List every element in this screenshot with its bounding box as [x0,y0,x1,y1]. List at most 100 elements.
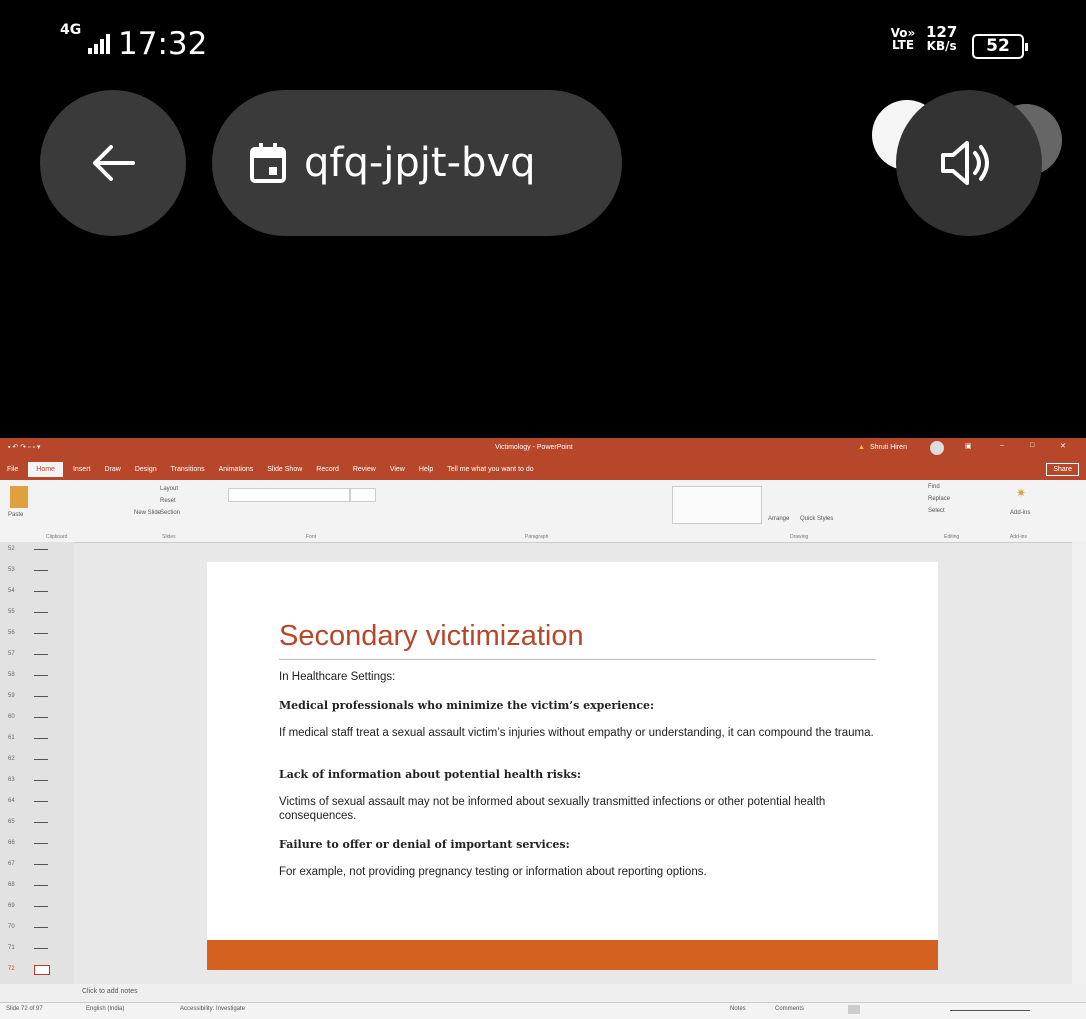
calendar-icon [250,143,286,183]
thumbnail-item[interactable]: 52 [8,546,48,552]
thumbnail-item[interactable]: 56 [8,630,48,636]
accessibility-checker[interactable]: Accessibility: Investigate [180,1006,245,1012]
slide-text-line[interactable]: If medical staff treat a sexual assault … [279,726,879,740]
network-speed: 127 KB/s [926,23,958,54]
meeting-info-button[interactable]: qfq-jpjt-bvq [212,90,622,236]
layout-button[interactable]: Layout [160,486,178,492]
thumbnail-item[interactable]: 65 [8,819,48,825]
find-button[interactable]: Find [928,484,940,490]
quick-access-toolbar[interactable]: ▪ ↶ ↷ ▫ ▫ ▾ [8,443,40,451]
thumbnail-item[interactable]: 68 [8,882,48,888]
slide-heading-line[interactable]: Lack of information about potential heal… [279,768,879,782]
notes-pane[interactable]: Click to add notes [0,984,1086,1002]
paste-button[interactable]: Paste [8,512,23,518]
tab-animations[interactable]: Animations [219,466,254,473]
tab-view[interactable]: View [390,466,405,473]
shapes-gallery[interactable] [672,486,762,524]
user-name: Shruti Hiren [870,444,907,451]
back-button[interactable] [40,90,186,236]
window-title: Victimology - PowerPoint [495,444,573,451]
group-clipboard: Clipboard [46,534,68,540]
thumbnail-item[interactable]: 60 [8,714,48,720]
status-bar-ppt: Slide 72 of 97 English (India) Accessibi… [0,1002,1086,1019]
speaker-icon [941,141,989,185]
language-indicator[interactable]: English (India) [86,1006,124,1012]
tab-help[interactable]: Help [419,466,433,473]
maximize-icon[interactable]: □ [1030,442,1034,449]
thumbnail-item[interactable]: 61 [8,735,48,741]
group-paragraph: Paragraph [525,534,549,540]
notes-toggle[interactable]: Notes [730,1006,746,1012]
font-size-dropdown[interactable] [350,488,376,502]
thumbnail-item-current[interactable]: 72 [8,965,50,975]
thumbnail-item[interactable]: 58 [8,672,48,678]
slide-canvas[interactable]: Secondary victimization In Healthcare Se… [207,562,938,970]
thumbnail-item[interactable]: 55 [8,609,48,615]
battery-level: 52 [986,36,1010,56]
share-button[interactable]: Share [1046,462,1079,476]
thumbnail-item[interactable]: 64 [8,798,48,804]
replace-button[interactable]: Replace [928,496,950,502]
slide-heading-line[interactable]: Medical professionals who minimize the v… [279,699,879,713]
warning-icon: ▲ [858,444,865,451]
tab-file[interactable]: File [7,466,18,473]
tab-draw[interactable]: Draw [104,466,120,473]
thumbnail-item[interactable]: 57 [8,651,48,657]
ribbon-display-icon[interactable]: ▣ [965,442,972,450]
minimize-icon[interactable]: – [1000,442,1004,449]
status-bar: 4G 17:32 Vo» LTE 127 KB/s 52 [0,0,1086,80]
vertical-scrollbar[interactable] [1072,542,1086,984]
thumbnail-item[interactable]: 63 [8,777,48,783]
tab-home[interactable]: Home [28,461,63,477]
title-divider [279,659,876,660]
ribbon-tabs: File Home Insert Draw Design Transitions… [0,458,1086,480]
slide-text-line[interactable]: For example, not providing pregnancy tes… [279,865,879,879]
group-editing: Editing [944,534,960,540]
tab-insert[interactable]: Insert [73,466,91,473]
thumbnail-item[interactable]: 54 [8,588,48,594]
slide-counter: Slide 72 of 97 [6,1006,43,1012]
shared-screen-powerpoint: ▪ ↶ ↷ ▫ ▫ ▾ Victimology - PowerPoint ▲ S… [0,438,1086,1019]
signal-icon [88,32,110,54]
slide-title[interactable]: Secondary victimization [279,620,584,653]
slide-text-line[interactable]: In Healthcare Settings: [279,670,879,684]
tab-design[interactable]: Design [135,466,157,473]
thumbnail-item[interactable]: 59 [8,693,48,699]
thumbnail-item[interactable]: 53 [8,567,48,573]
new-slide-button[interactable]: New Slide [134,510,161,516]
thumbnail-item[interactable]: 67 [8,861,48,867]
tab-slide-show[interactable]: Slide Show [267,466,302,473]
group-drawing: Drawing [790,534,809,540]
quick-styles-button[interactable]: Quick Styles [800,516,833,522]
thumbnail-item[interactable]: 70 [8,924,48,930]
battery-icon: 52 [972,34,1028,59]
slide-heading-line[interactable]: Failure to offer or denial of important … [279,838,879,852]
close-icon[interactable]: ✕ [1060,442,1066,450]
tab-review[interactable]: Review [353,466,376,473]
slide-text-line[interactable]: Victims of sexual assault may not be inf… [279,795,879,823]
tell-me-search[interactable]: Tell me what you want to do [447,466,533,473]
reset-button[interactable]: Reset [160,498,176,504]
font-name-dropdown[interactable] [228,488,350,502]
ribbon: Paste Clipboard New Slide Layout Reset S… [0,480,1086,543]
select-button[interactable]: Select [928,508,945,514]
zoom-slider[interactable] [950,1010,1030,1011]
arrange-button[interactable]: Arrange [768,516,789,522]
audio-output-button[interactable] [896,90,1042,236]
thumbnail-item[interactable]: 66 [8,840,48,846]
normal-view-icon[interactable] [848,1005,860,1014]
user-avatar[interactable] [930,441,944,455]
paste-icon[interactable] [10,486,28,508]
tab-transitions[interactable]: Transitions [171,466,205,473]
speed-value: 127 [926,23,958,41]
addins-icon[interactable]: ✷ [1016,486,1026,500]
addins-button[interactable]: Add-ins [1010,510,1030,516]
section-button[interactable]: Section [160,510,180,516]
notes-placeholder[interactable]: Click to add notes [82,988,138,995]
thumbnail-item[interactable]: 71 [8,945,48,951]
comments-toggle[interactable]: Comments [775,1006,804,1012]
tab-record[interactable]: Record [316,466,339,473]
slide-thumbnails-pane[interactable]: 52 53 54 55 56 57 58 59 60 61 62 63 64 6… [0,542,74,984]
thumbnail-item[interactable]: 69 [8,903,48,909]
thumbnail-item[interactable]: 62 [8,756,48,762]
